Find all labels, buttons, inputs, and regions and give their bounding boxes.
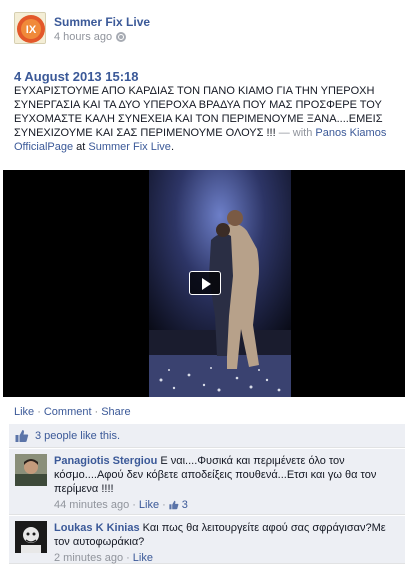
action-separator: ·: [37, 406, 41, 418]
share-link[interactable]: Share: [101, 406, 130, 418]
comment-like-link[interactable]: Like: [139, 498, 159, 512]
action-separator: ·: [94, 406, 99, 418]
comment-like-count[interactable]: 3: [182, 498, 188, 512]
comment-body: Loukas K Kinias Και πως θα λειτουργείτε …: [54, 521, 399, 564]
comment-meta: 2 minutes ago · Like: [54, 551, 399, 564]
thumbs-up-icon: [15, 429, 29, 443]
at-prefix: at: [73, 141, 89, 153]
video-player[interactable]: [3, 170, 405, 397]
post-period: .: [170, 141, 174, 153]
comment-link[interactable]: Comment: [44, 406, 92, 418]
globe-icon: [116, 32, 127, 42]
meta-separator: ·: [162, 499, 166, 511]
meta-separator: ·: [126, 552, 130, 564]
meta-separator: ·: [132, 499, 136, 511]
comment-time[interactable]: 44 minutes ago: [54, 498, 129, 512]
post-message: ΕΥΧΑΡΙΣΤΟΥΜΕ ΑΠΟ ΚΑΡΔΙΑΣ ΤΟΝ ΠΑΝΟ ΚΙΑΜΟ …: [14, 84, 394, 154]
page-logo: IX: [15, 13, 45, 43]
play-icon[interactable]: [189, 271, 221, 295]
commenter-avatar[interactable]: [15, 521, 47, 553]
page-logo-text: IX: [26, 24, 37, 36]
location-link[interactable]: Summer Fix Live: [88, 141, 171, 153]
comment-author-link[interactable]: Loukas K Kinias: [54, 522, 140, 534]
page-avatar[interactable]: IX: [14, 12, 46, 44]
comment-like-link[interactable]: Like: [133, 551, 153, 564]
comment-body: Panagiotis Stergiou Ε ναι....Φυσικά και …: [54, 454, 399, 512]
comment-meta: 44 minutes ago · Like · 3: [54, 498, 399, 512]
page-name-link[interactable]: Summer Fix Live: [54, 15, 150, 29]
commenter-avatar[interactable]: [15, 454, 47, 486]
post-header: IX Summer Fix Live 4 hours ago: [14, 12, 394, 48]
comment-item: Loukas K Kinias Και πως θα λειτουργείτε …: [9, 516, 405, 564]
post-timestamp: 4 hours ago: [54, 31, 127, 43]
thumbs-up-icon: [169, 500, 179, 510]
likes-summary: 3 people like this.: [9, 424, 405, 448]
avatar: [15, 521, 47, 553]
comment-item: Panagiotis Stergiou Ε ναι....Φυσικά και …: [9, 449, 405, 515]
avatar: [15, 454, 47, 486]
like-link[interactable]: Like: [14, 406, 34, 418]
post-actions: Like · Comment · Share: [14, 406, 131, 418]
comment-author-link[interactable]: Panagiotis Stergiou: [54, 455, 157, 467]
comment-time[interactable]: 2 minutes ago: [54, 551, 123, 564]
post-time-link[interactable]: 4 hours ago: [54, 31, 112, 43]
with-prefix: — with: [278, 127, 316, 139]
post-date: 4 August 2013 15:18: [14, 69, 139, 84]
likes-count-link[interactable]: 3 people like this.: [35, 430, 120, 442]
